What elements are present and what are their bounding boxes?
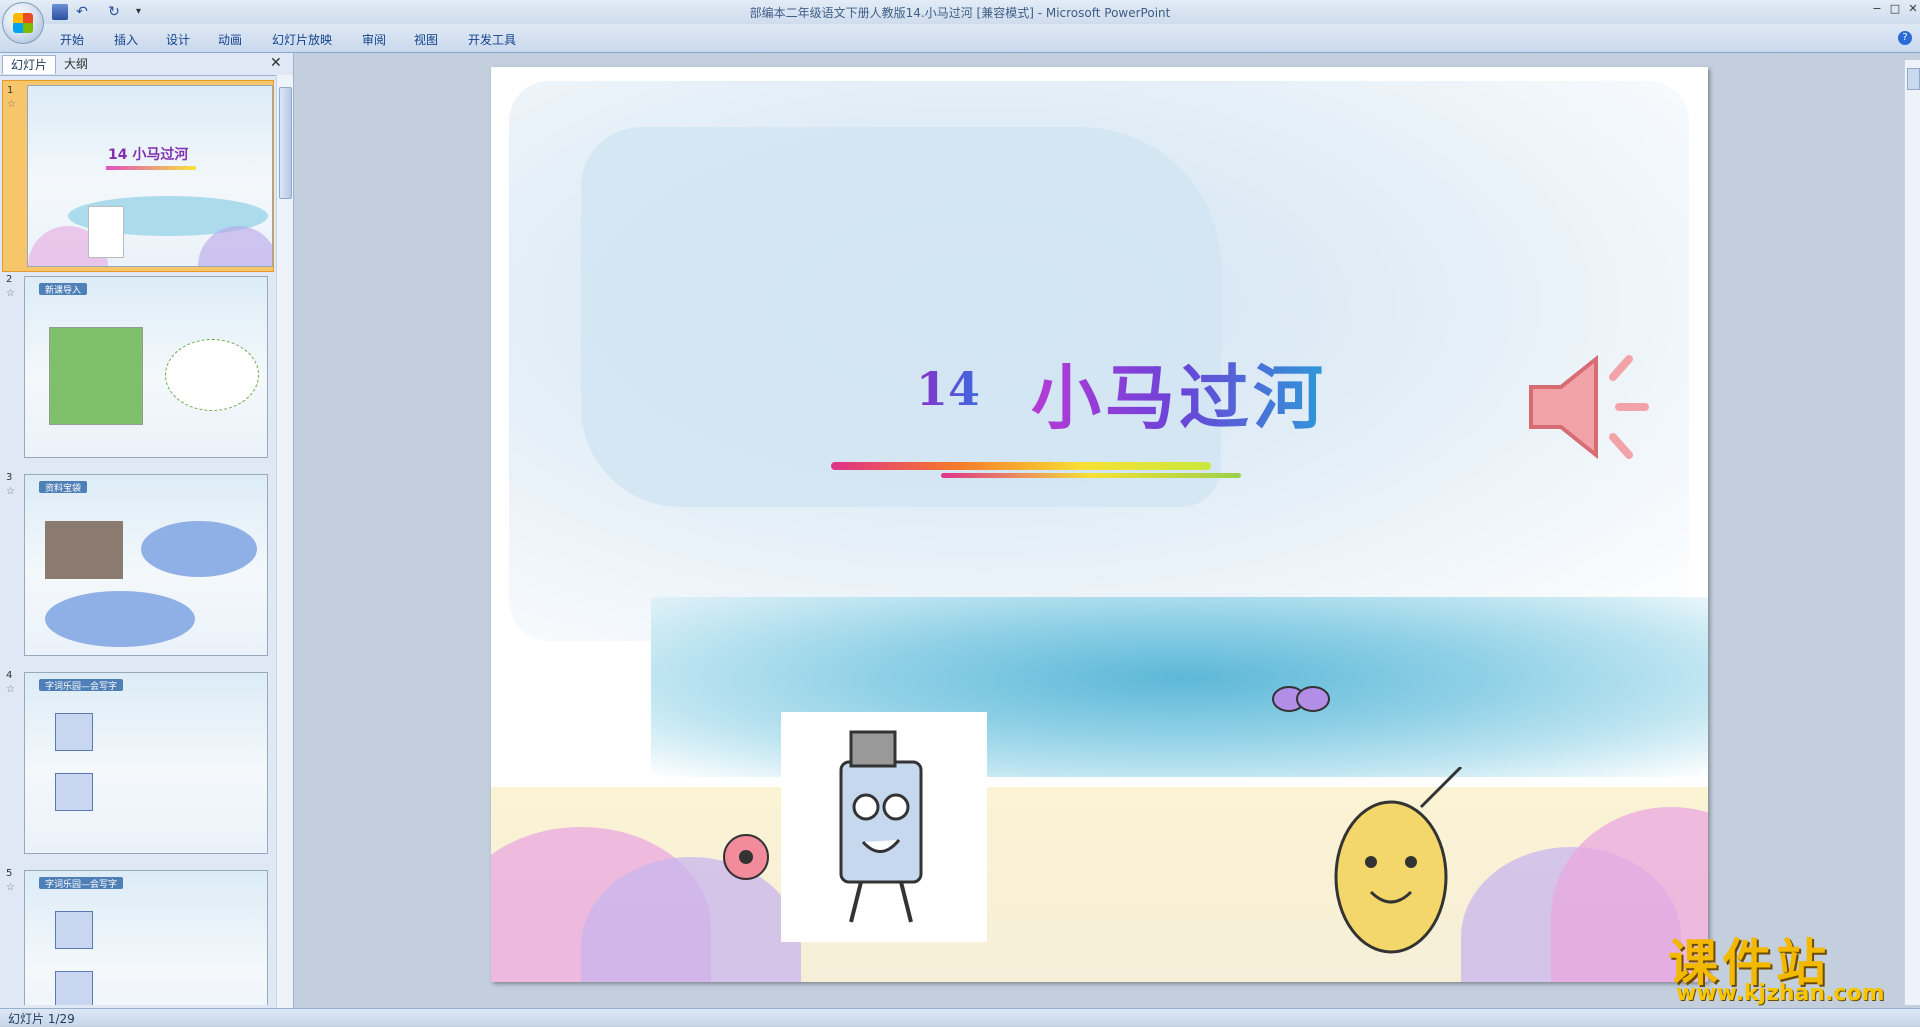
close-pane-icon[interactable]: ✕	[270, 55, 282, 71]
slide-thumbnail-3[interactable]: 3 ☆ 资料宝袋	[2, 468, 272, 658]
transition-icon: ☆	[7, 99, 16, 110]
transition-icon: ☆	[6, 486, 15, 497]
tab-view[interactable]: 视图	[414, 31, 438, 48]
title-bar: ↶ ↻ ▾ 部编本二年级语文下册人教版14.小马过河 [兼容模式] - Micr…	[0, 0, 1920, 44]
slide-thumbnail-4[interactable]: 4 ☆ 字词乐园—会写字	[2, 666, 272, 856]
slide-thumbnail-1[interactable]: 1 ☆ 14 小马过河	[2, 80, 274, 272]
help-icon[interactable]: ?	[1898, 31, 1912, 45]
slide-lesson-number: 14	[916, 362, 981, 416]
office-logo-icon	[13, 13, 33, 33]
thumbnail-number: 2	[6, 274, 13, 285]
tab-insert[interactable]: 插入	[114, 31, 138, 48]
thumbnail-header: 字词乐园—会写字	[39, 877, 124, 890]
thumbnail-number: 4	[6, 670, 13, 681]
flower-icon	[723, 834, 769, 880]
scrollbar-thumb[interactable]	[1907, 68, 1920, 90]
office-button[interactable]	[2, 2, 44, 44]
cloud-background	[581, 127, 1221, 507]
transition-icon: ☆	[6, 684, 15, 695]
pane-tabs: 幻灯片 大纲 ✕	[0, 53, 293, 76]
slide-counter: 幻灯片 1/29	[8, 1012, 75, 1026]
slide-scrollbar[interactable]	[1904, 60, 1920, 1005]
speaker-icon[interactable]	[1521, 347, 1661, 467]
thumbnail-preview: 字词乐园—会写字	[24, 870, 268, 1005]
tab-developer[interactable]: 开发工具	[468, 31, 516, 48]
slide-workspace: 14 小马过河 课件站 www.kjzhan.com	[296, 53, 1900, 1008]
transition-icon: ☆	[6, 288, 15, 299]
decorative-brush-stroke	[941, 473, 1241, 478]
thumbnail-number: 1	[7, 85, 14, 96]
tab-slides[interactable]: 幻灯片	[2, 55, 57, 74]
thumbnail-preview: 字词乐园—会写字	[24, 672, 268, 854]
butterfly-icon	[1272, 686, 1330, 712]
thumbnail-preview: 新课导入	[24, 276, 268, 458]
window-title: 部编本二年级语文下册人教版14.小马过河 [兼容模式] - Microsoft …	[749, 6, 1171, 20]
maximize-button[interactable]: □	[1886, 2, 1904, 16]
minimize-button[interactable]: −	[1868, 2, 1886, 16]
thumbnail-header: 新课导入	[39, 283, 88, 296]
decorative-brush-stroke	[831, 462, 1211, 470]
book-character-picture[interactable]	[781, 712, 987, 942]
bean-character-picture	[1334, 767, 1463, 954]
watermark-url: www.kjzhan.com	[1676, 981, 1885, 1006]
tab-design[interactable]: 设计	[166, 31, 190, 48]
tab-slideshow[interactable]: 幻灯片放映	[272, 31, 332, 48]
status-bar: 幻灯片 1/29	[0, 1008, 1920, 1026]
scrollbar-thumb[interactable]	[279, 87, 292, 199]
slides-pane: 幻灯片 大纲 ✕ 1 ☆ 14 小马过河 2 ☆ 新课导入 3 ☆ 资料宝袋 4…	[0, 53, 294, 1008]
ribbon-tabs: 开始 插入 设计 动画 幻灯片放映 审阅 视图 开发工具 ?	[0, 24, 1920, 53]
transition-icon: ☆	[6, 882, 15, 893]
thumbnail-title: 14 小马过河	[108, 147, 189, 163]
tab-home[interactable]: 开始	[60, 31, 84, 48]
thumbnail-number: 5	[6, 868, 13, 879]
close-button[interactable]: ✕	[1904, 2, 1920, 16]
tab-animations[interactable]: 动画	[218, 31, 242, 48]
thumbnail-preview: 14 小马过河	[27, 85, 273, 267]
site-watermark: 课件站 www.kjzhan.com	[1668, 923, 1908, 1013]
slide-thumbnail-5[interactable]: 5 ☆ 字词乐园—会写字	[2, 864, 272, 1005]
thumbnail-number: 3	[6, 472, 13, 483]
tab-outline[interactable]: 大纲	[56, 55, 96, 73]
thumbnail-header: 字词乐园—会写字	[39, 679, 124, 692]
thumbnail-preview: 资料宝袋	[24, 474, 268, 656]
slide-title: 小马过河	[1031, 342, 1327, 443]
thumbnail-header: 资料宝袋	[39, 481, 88, 494]
tab-review[interactable]: 审阅	[362, 31, 386, 48]
slide-canvas[interactable]: 14 小马过河	[491, 67, 1708, 982]
thumbnail-scrollbar[interactable]	[276, 75, 293, 1008]
thumbnail-list: 1 ☆ 14 小马过河 2 ☆ 新课导入 3 ☆ 资料宝袋 4 ☆ 字词乐园—会…	[0, 80, 275, 1005]
slide-thumbnail-2[interactable]: 2 ☆ 新课导入	[2, 270, 272, 460]
